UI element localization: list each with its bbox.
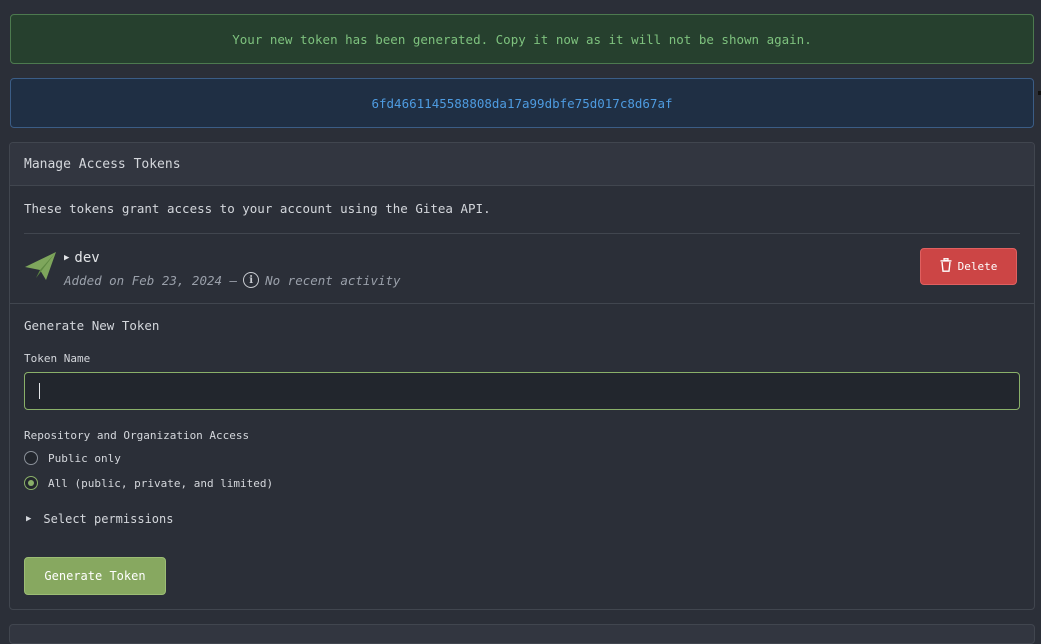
token-name-label: Token Name xyxy=(24,352,91,365)
token-activity: No recent activity xyxy=(265,272,401,288)
radio-button-checked[interactable] xyxy=(24,476,38,490)
new-token-value[interactable]: 6fd4661145588808da17a99dbfe75d017c8d67af xyxy=(10,78,1034,128)
radio-all[interactable]: All (public, private, and limited) xyxy=(24,476,273,490)
generate-token-title: Generate New Token xyxy=(24,318,160,333)
triangle-right-icon: ▶ xyxy=(64,253,70,263)
delete-label: Delete xyxy=(957,260,998,273)
token-meta: Added on Feb 23, 2024 — i No recent acti… xyxy=(64,272,401,288)
success-message: Your new token has been generated. Copy … xyxy=(10,14,1034,64)
radio-label: Public only xyxy=(48,451,121,465)
divider xyxy=(10,303,1034,304)
info-icon: i xyxy=(243,272,260,288)
panel-title: Manage Access Tokens xyxy=(10,143,1034,186)
delete-token-button[interactable]: Delete xyxy=(920,248,1017,285)
trash-icon xyxy=(940,257,952,275)
token-added-date: Added on Feb 23, 2024 — xyxy=(64,272,238,288)
divider xyxy=(24,233,1020,234)
text-caret xyxy=(39,383,40,399)
generate-token-button[interactable]: Generate Token xyxy=(24,557,166,595)
token-name-label: dev xyxy=(74,250,100,266)
next-panel xyxy=(9,624,1035,644)
token-name[interactable]: ▶ dev xyxy=(64,250,100,266)
manage-tokens-panel: Manage Access Tokens These tokens grant … xyxy=(9,142,1035,610)
token-name-input[interactable] xyxy=(24,372,1020,410)
panel-description: These tokens grant access to your accoun… xyxy=(24,201,491,216)
radio-button[interactable] xyxy=(24,451,38,465)
radio-public-only[interactable]: Public only xyxy=(24,451,121,465)
permissions-label: Select permissions xyxy=(43,512,174,526)
select-permissions-toggle[interactable]: ▶ Select permissions xyxy=(26,512,173,526)
triangle-right-icon: ▶ xyxy=(26,514,32,524)
paper-plane-icon xyxy=(24,249,58,283)
access-label: Repository and Organization Access xyxy=(24,429,250,442)
radio-label: All (public, private, and limited) xyxy=(48,476,274,490)
